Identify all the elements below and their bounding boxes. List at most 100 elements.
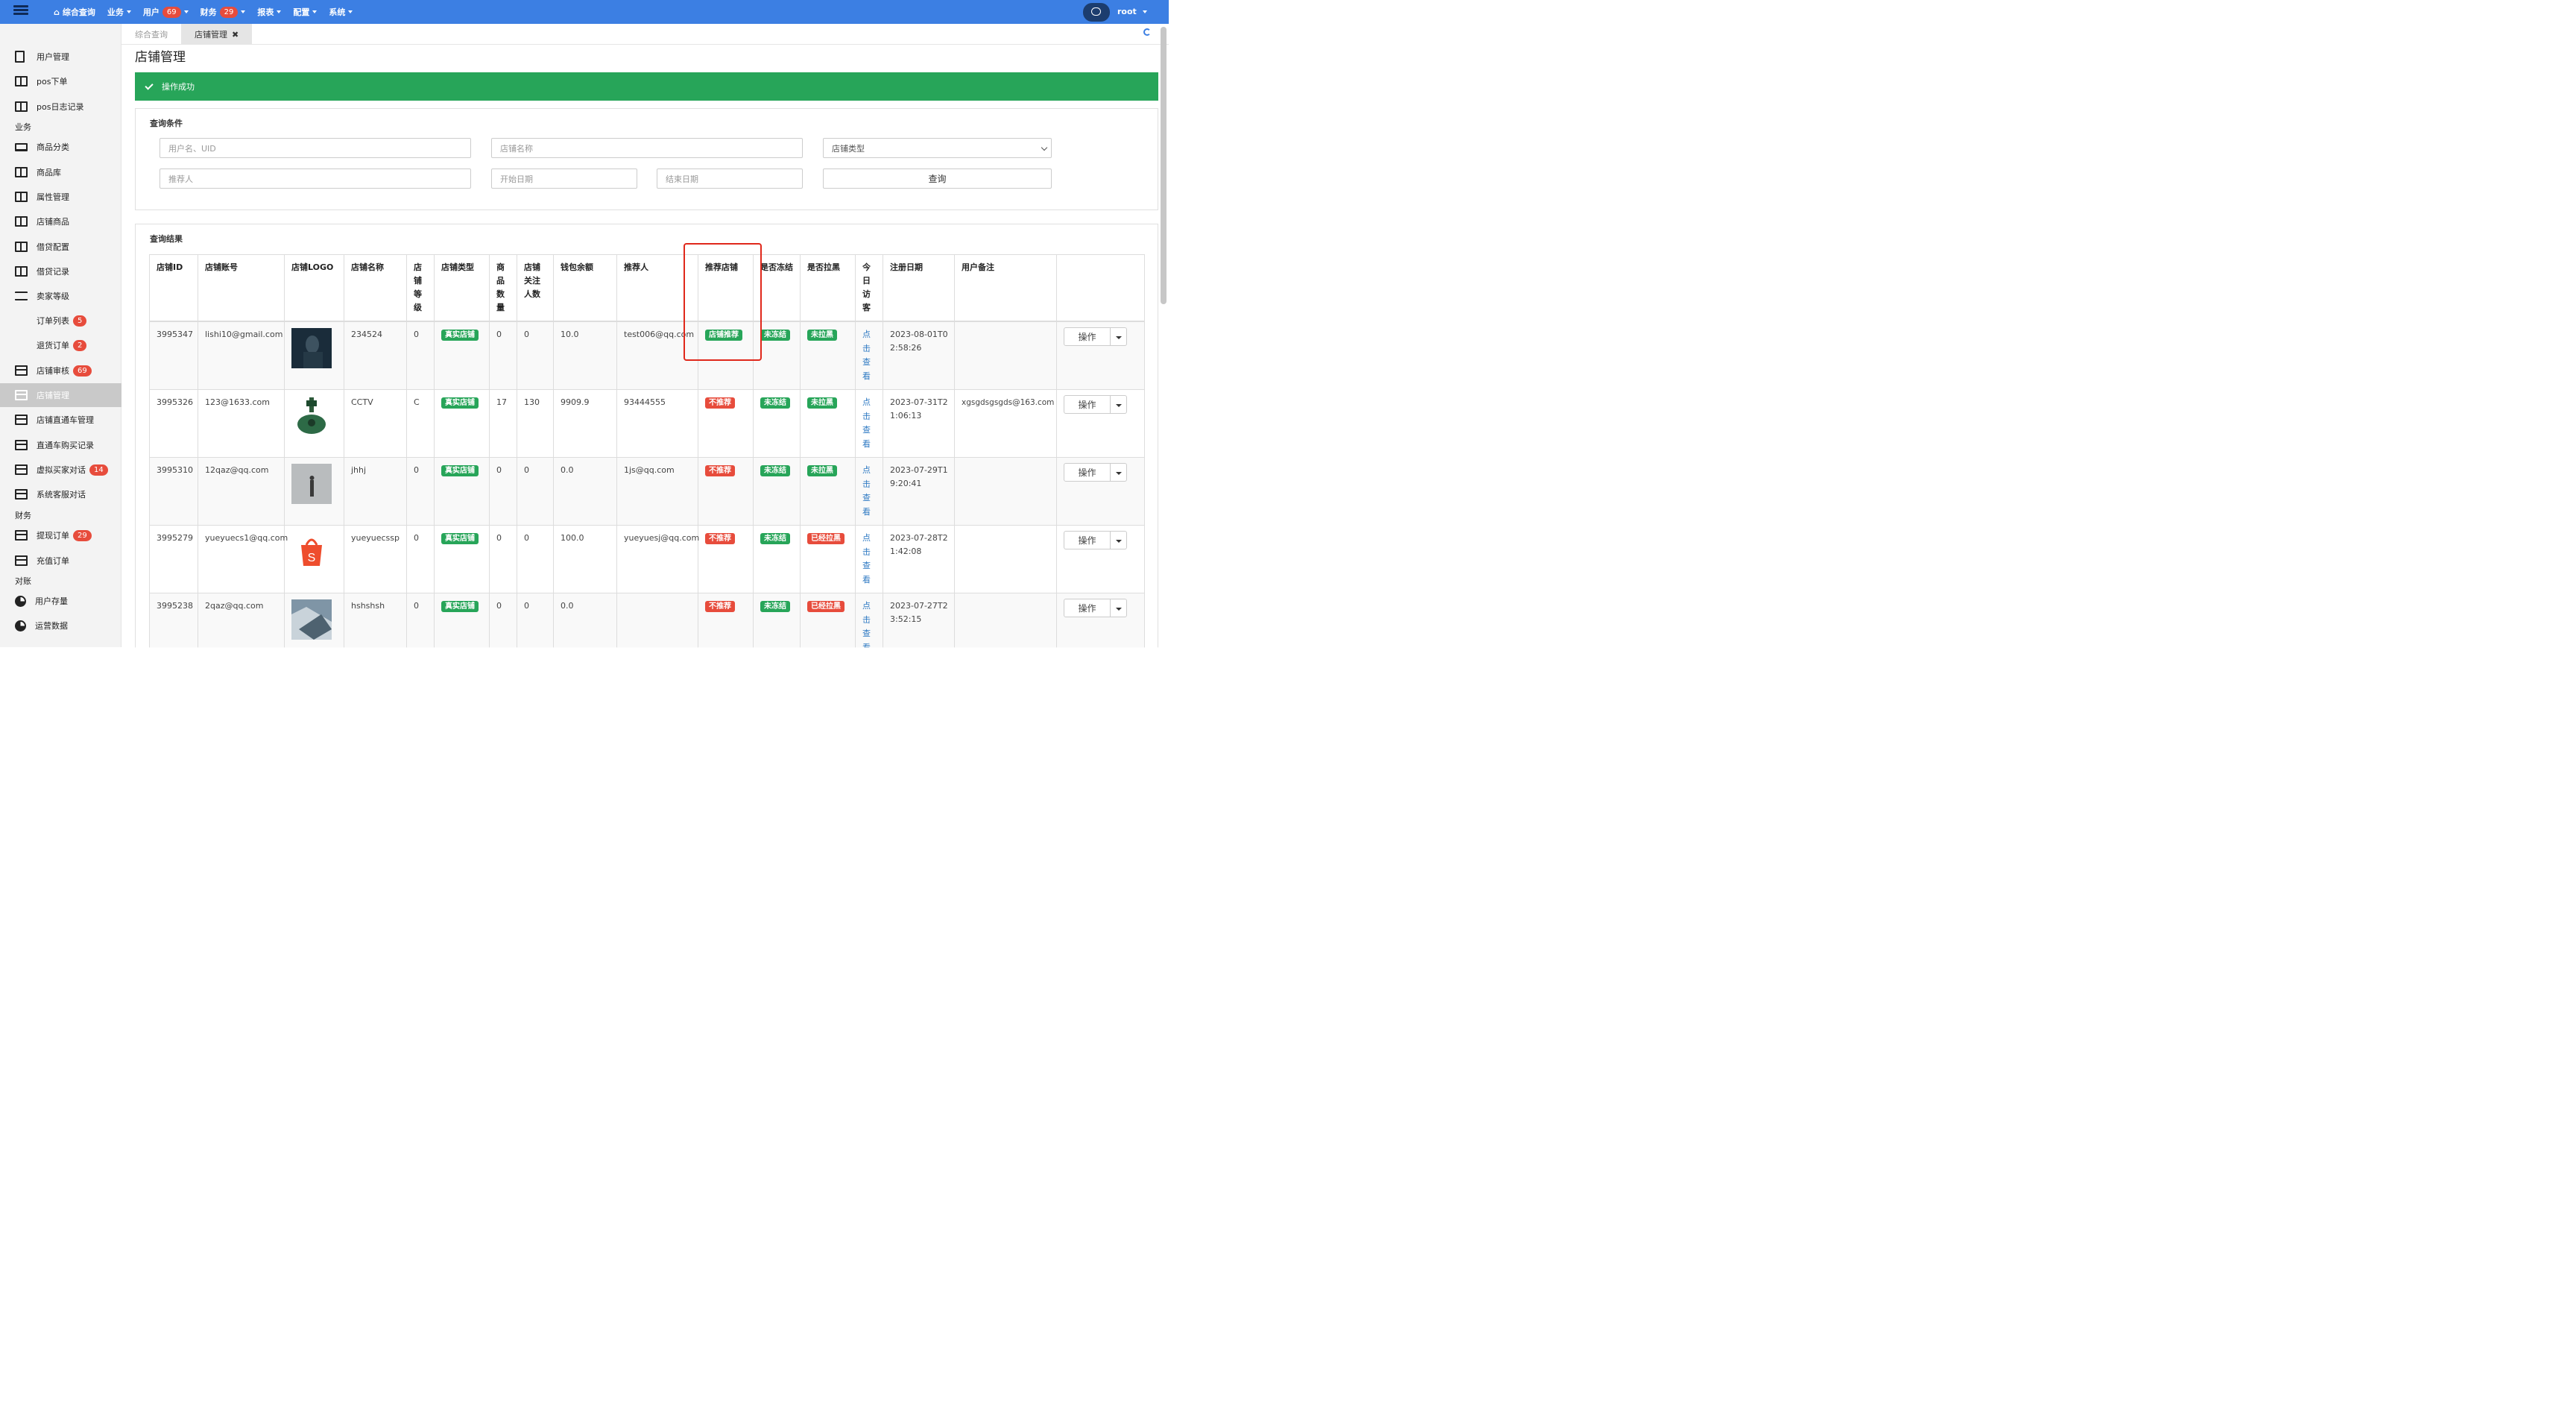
sidebar-item-loan-config[interactable]: 借贷配置	[0, 235, 121, 259]
recommend-status-label[interactable]: 不推荐	[704, 533, 735, 544]
sidebar-item-label: 运营数据	[35, 620, 68, 631]
end-date-input[interactable]: 结束日期	[656, 168, 803, 189]
close-icon[interactable]: ✖	[232, 29, 239, 39]
username-uid-input[interactable]: 用户名、UID	[160, 138, 471, 158]
sidebar-item-user-management[interactable]: 用户管理	[0, 45, 121, 69]
sidebar-item-attributes[interactable]: 属性管理	[0, 185, 121, 209]
column-header: 钱包余额	[552, 254, 617, 322]
start-date-input[interactable]: 开始日期	[491, 168, 637, 189]
dropdown-toggle-icon[interactable]	[1111, 598, 1127, 617]
user-menu[interactable]: root	[1117, 7, 1147, 16]
freeze-status-label[interactable]: 未冻结	[760, 397, 790, 409]
sidebar-item-withdrawals[interactable]: 提现订单 29	[0, 523, 121, 547]
freeze-status-label[interactable]: 未冻结	[760, 533, 790, 544]
referrer-input[interactable]: 推荐人	[160, 168, 471, 189]
recommend-status-label[interactable]: 不推荐	[704, 397, 735, 409]
placeholder: 开始日期	[500, 174, 533, 184]
shop-logo	[291, 599, 337, 640]
menu-toggle-icon[interactable]	[13, 4, 28, 19]
table-cell: S	[284, 524, 344, 593]
sidebar-item-label: 商品分类	[36, 142, 69, 152]
chat-icon[interactable]	[1083, 2, 1110, 22]
sidebar-item-operations-data[interactable]: 运营数据	[0, 614, 121, 637]
recommend-status-label[interactable]: 不推荐	[704, 601, 735, 612]
sidebar-item-express-management[interactable]: 店铺直通车管理	[0, 408, 121, 432]
sidebar-item-recharges[interactable]: 充值订单	[0, 549, 121, 573]
sidebar-item-returns[interactable]: 退货订单 2	[0, 333, 121, 357]
table-cell: 点击查看	[855, 524, 883, 593]
column-header-label: 店铺ID	[156, 262, 183, 272]
table-cell: 3995238	[148, 592, 199, 648]
view-visitors-link[interactable]: 点击查看	[862, 396, 871, 451]
refresh-icon[interactable]	[1143, 28, 1151, 36]
column-header-label: 今日访客	[862, 262, 871, 312]
search-button[interactable]: 查询	[822, 168, 1052, 189]
sidebar-item-seller-levels[interactable]: 卖家等级	[0, 284, 121, 308]
nav-reports[interactable]: 报表	[257, 6, 282, 18]
results-panel-title: 查询结果	[149, 234, 183, 244]
sidebar-item-loan-records[interactable]: 借贷记录	[0, 259, 121, 283]
sidebar-item-pos-log[interactable]: pos日志记录	[0, 95, 121, 119]
sidebar-item-support-chat[interactable]: 系统客服对话	[0, 482, 121, 506]
action-button[interactable]: 操作	[1063, 395, 1111, 414]
blacklist-status-label[interactable]: 未拉黑	[806, 465, 837, 476]
view-visitors-link[interactable]: 点击查看	[862, 464, 871, 519]
table-cell	[284, 388, 344, 458]
placeholder: 结束日期	[665, 174, 698, 184]
shop-logo: S	[291, 531, 337, 572]
action-button[interactable]: 操作	[1063, 327, 1111, 346]
sidebar-section-reconcile: 对账	[14, 576, 31, 586]
view-visitors-link[interactable]: 点击查看	[862, 599, 871, 647]
shop-id: 3995238	[156, 601, 193, 611]
sidebar-item-pos-order[interactable]: pos下单	[0, 69, 121, 93]
nav-home[interactable]: ⌂ 综合查询	[54, 6, 95, 18]
nav-users[interactable]: 用户 69	[143, 6, 189, 18]
nav-config[interactable]: 配置	[293, 6, 318, 18]
sidebar-item-label: 直通车购买记录	[36, 440, 94, 450]
action-button[interactable]: 操作	[1063, 598, 1111, 617]
sidebar-item-product-library[interactable]: 商品库	[0, 160, 121, 184]
nav-business[interactable]: 业务	[107, 6, 131, 18]
table-row: 3995279 yueyuecs1@qq.com Syueyuecssp 0 真实店铺 0…	[148, 524, 1145, 593]
dropdown-toggle-icon[interactable]	[1111, 462, 1127, 482]
action-button-group: 操作	[1063, 395, 1137, 414]
shop-account: 123@1633.com	[205, 397, 270, 407]
blacklist-status-label[interactable]: 已经拉黑	[806, 601, 845, 612]
shop-name-input[interactable]: 店铺名称	[491, 138, 803, 158]
top-nav: ⌂ 综合查询 业务 用户 69 财务 29 报表 配置 系统	[54, 0, 364, 24]
sidebar-item-virtual-buyer-chat[interactable]: 虚拟买家对话 14	[0, 458, 121, 482]
view-visitors-link[interactable]: 点击查看	[862, 328, 871, 383]
view-visitors-link[interactable]: 点击查看	[862, 532, 871, 587]
sidebar-item-orders[interactable]: 订单列表 5	[0, 309, 121, 333]
freeze-status-label[interactable]: 未冻结	[760, 465, 790, 476]
sidebar-item-label: 用户管理	[36, 51, 69, 62]
dropdown-toggle-icon[interactable]	[1111, 395, 1127, 414]
scrollbar[interactable]	[1160, 27, 1167, 304]
sidebar-item-express-purchases[interactable]: 直通车购买记录	[0, 433, 121, 457]
dropdown-toggle-icon[interactable]	[1111, 327, 1127, 346]
nav-finance[interactable]: 财务 29	[201, 6, 246, 18]
freeze-status-label[interactable]: 未冻结	[760, 601, 790, 612]
sidebar-item-user-stock[interactable]: 用户存量	[0, 589, 121, 613]
dropdown-toggle-icon[interactable]	[1111, 530, 1127, 549]
recommend-status-label[interactable]: 不推荐	[704, 465, 735, 476]
blacklist-status-label[interactable]: 未拉黑	[806, 329, 837, 341]
sidebar-item-categories[interactable]: 商品分类	[0, 135, 121, 159]
column-header: 店铺LOGO	[284, 254, 344, 322]
action-button[interactable]: 操作	[1063, 462, 1111, 482]
blacklist-status-label[interactable]: 未拉黑	[806, 397, 837, 409]
count-badge: 29	[219, 6, 239, 18]
column-header: 店铺关注人数	[516, 254, 554, 322]
shop-type-select[interactable]: 店铺类型	[822, 138, 1052, 158]
tab-shop-management[interactable]: 店铺管理 ✖	[180, 23, 253, 45]
sidebar-item-shop-review[interactable]: 店铺审核 69	[0, 359, 121, 382]
table-cell: 未冻结	[752, 388, 801, 458]
sidebar-item-shop-products[interactable]: 店铺商品	[0, 210, 121, 233]
tab-overview[interactable]: 综合查询	[121, 24, 181, 45]
sidebar-item-shop-management[interactable]: 店铺管理	[0, 383, 121, 407]
nav-home-label: 综合查询	[62, 7, 95, 17]
blacklist-status-label[interactable]: 已经拉黑	[806, 533, 845, 544]
nav-system[interactable]: 系统	[329, 6, 353, 18]
freeze-status-label[interactable]: 未冻结	[760, 329, 790, 341]
action-button[interactable]: 操作	[1063, 530, 1111, 549]
